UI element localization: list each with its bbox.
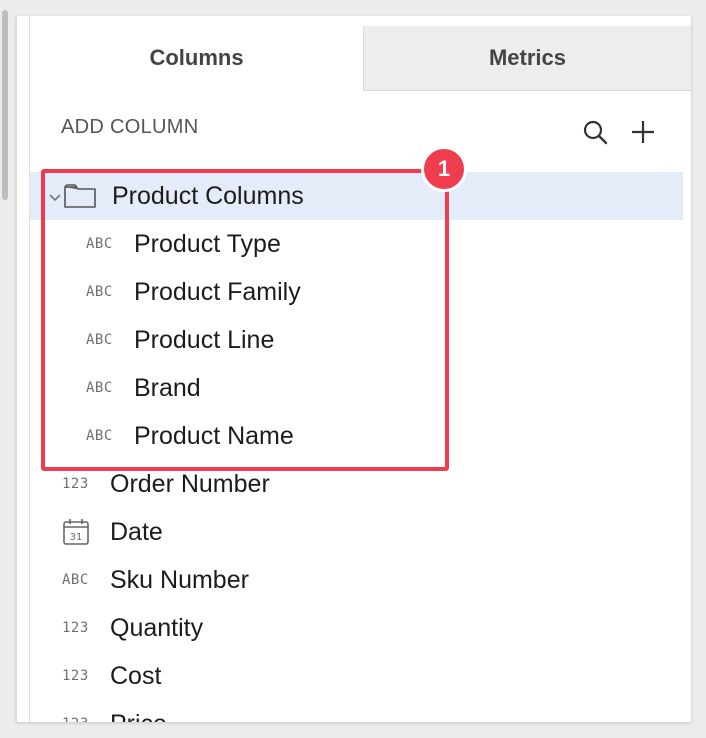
left-gutter: [0, 0, 16, 738]
column-label: Price: [110, 700, 167, 722]
plus-icon[interactable]: [629, 118, 657, 146]
text-type-badge: ABC: [86, 284, 113, 300]
text-type-badge: ABC: [86, 380, 113, 396]
calendar-icon: 31: [62, 518, 90, 551]
column-label: Product Type: [134, 230, 281, 258]
list-item[interactable]: ABC Brand: [30, 364, 683, 412]
column-label: Product Name: [134, 422, 294, 450]
list-item[interactable]: 123 Quantity: [30, 604, 683, 652]
tab-metrics[interactable]: Metrics: [363, 26, 691, 91]
text-type-badge: ABC: [86, 332, 113, 348]
chevron-down-icon[interactable]: [49, 190, 61, 208]
column-label: Product Line: [134, 326, 275, 354]
number-type-badge: 123: [62, 620, 89, 636]
list-item[interactable]: ABC Product Line: [30, 316, 683, 364]
column-label: Quantity: [110, 614, 204, 642]
panel-edge: [17, 16, 30, 722]
list-item[interactable]: 123 Order Number: [30, 460, 683, 508]
list-item[interactable]: ABC Product Family: [30, 268, 683, 316]
text-type-badge: ABC: [86, 236, 113, 252]
svg-text:31: 31: [70, 532, 83, 543]
column-label: Brand: [134, 374, 201, 402]
tab-columns[interactable]: Columns: [30, 26, 363, 90]
list-item[interactable]: ABC Product Name: [30, 412, 683, 460]
text-type-badge: ABC: [62, 572, 89, 588]
panel-tabs: Columns Metrics: [30, 26, 691, 91]
list-item[interactable]: 123 Cost: [30, 652, 683, 700]
folder-icon: [64, 183, 96, 214]
column-label: Product Family: [134, 278, 301, 306]
column-label: Date: [110, 518, 163, 546]
text-type-badge: ABC: [86, 428, 113, 444]
number-type-badge: 123: [62, 668, 89, 684]
list-item[interactable]: ABC Sku Number: [30, 556, 683, 604]
annotation-badge: 1: [421, 146, 467, 192]
column-label: Order Number: [110, 470, 270, 498]
column-panel: Columns Metrics ADD COLUMN Product Colum…: [16, 16, 691, 722]
add-column-heading: ADD COLUMN: [61, 116, 199, 138]
number-type-badge: 123: [62, 476, 89, 492]
scrollbar-thumb[interactable]: [2, 10, 8, 200]
group-label: Product Columns: [112, 182, 304, 210]
column-label: Sku Number: [110, 566, 249, 594]
search-icon[interactable]: [581, 118, 609, 146]
column-label: Cost: [110, 662, 162, 690]
list-item[interactable]: ABC Product Type: [30, 220, 683, 268]
group-row-product-columns[interactable]: Product Columns: [30, 172, 683, 220]
list-item[interactable]: 31 Date: [30, 508, 683, 556]
number-type-badge: 123: [62, 700, 89, 722]
list-item[interactable]: 123 Price: [30, 700, 683, 722]
